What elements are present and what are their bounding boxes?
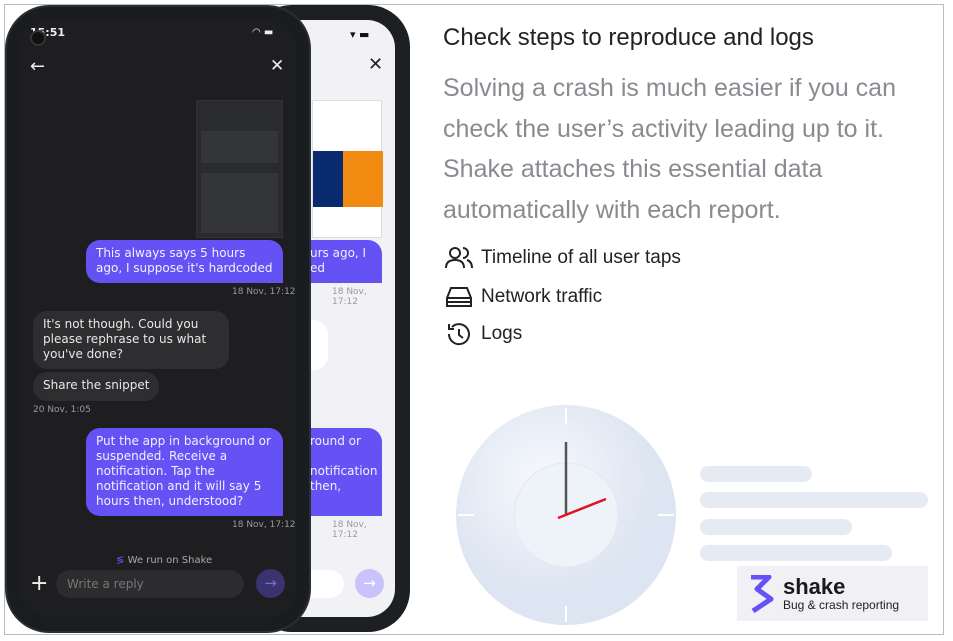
message-text: It's not though. Could you please rephra… [43, 317, 207, 361]
placeholder-bar [700, 466, 812, 482]
message-text: ed [310, 261, 325, 275]
placeholder-bar [700, 545, 892, 561]
message-text: Put the app in background or suspended. … [96, 434, 271, 508]
close-icon[interactable]: ✕ [270, 56, 284, 76]
send-button[interactable]: → [256, 569, 285, 598]
message-text: round or [310, 434, 361, 448]
section-description: Solving a crash is much easier if you ca… [443, 74, 896, 224]
feature-label: Timeline of all user taps [481, 247, 681, 268]
timestamp: 18 Nov, 17:12 [332, 520, 367, 540]
message-bubble: urs ago, Ied [300, 240, 382, 283]
footer-text: We run on Shake [127, 555, 213, 565]
timestamp: 18 Nov, 17:12 [332, 287, 367, 307]
feature-label: Logs [481, 323, 523, 344]
reply-placeholder: Write a reply [67, 577, 144, 591]
message-bubble-support: It's not though. Could you please rephra… [33, 311, 229, 369]
section-title: Check steps to reproduce and logs [443, 24, 814, 51]
camera-icon [30, 30, 46, 46]
message-bubble-user: Put the app in background or suspended. … [86, 428, 283, 516]
network-icon [446, 287, 472, 307]
brand-tagline: Bug & crash reporting [783, 597, 900, 612]
send-button[interactable]: → [355, 569, 384, 598]
message-text: urs ago, I [310, 246, 367, 260]
history-icon [447, 323, 470, 346]
message-text: This always says 5 hours ago, I suppose … [96, 246, 273, 275]
timestamp: 18 Nov, 17:12 [232, 287, 296, 297]
message-bubble-support: Share the snippet [33, 372, 160, 401]
wifi-battery-icon: ◠ ▬ [252, 27, 274, 38]
clock-illustration [456, 405, 676, 625]
message-text: then, [310, 479, 342, 493]
add-attachment-button[interactable]: + [30, 571, 48, 596]
back-arrow-icon[interactable]: ← [30, 56, 45, 77]
shake-logo-icon: ≶ [116, 555, 125, 565]
feature-logs: Logs [445, 321, 522, 347]
close-icon[interactable]: ✕ [368, 54, 383, 75]
shake-brand-badge: shake Bug & crash reporting [737, 566, 928, 621]
screenshot-thumbnail[interactable] [196, 100, 283, 238]
message-bubble-user: This always says 5 hours ago, I suppose … [86, 240, 283, 283]
feature-network: Network traffic [445, 284, 602, 310]
screenshot-thumbnail[interactable] [312, 100, 383, 238]
reply-input[interactable]: Write a reply [56, 570, 244, 598]
placeholder-bar [700, 492, 928, 508]
timestamp: 18 Nov, 17:12 [232, 520, 296, 530]
shake-logo-icon [751, 574, 774, 613]
powered-by: ≶ We run on Shake [116, 555, 212, 565]
feature-timeline: Timeline of all user taps [445, 246, 681, 270]
message-text: Share the snippet [43, 378, 150, 392]
status-icons: ▾ ▬ [350, 28, 370, 41]
users-icon [445, 247, 473, 269]
message-bubble: round or notification then, [300, 428, 382, 516]
placeholder-bar [700, 519, 852, 535]
chat-screen: 15:51 ◠ ▬ ← ✕ This always says 5 hours a… [20, 20, 296, 617]
feature-label: Network traffic [481, 286, 603, 307]
timestamp: 20 Nov, 1:05 [33, 405, 91, 415]
brand-name: shake [783, 573, 846, 599]
message-text: notification [310, 464, 378, 478]
